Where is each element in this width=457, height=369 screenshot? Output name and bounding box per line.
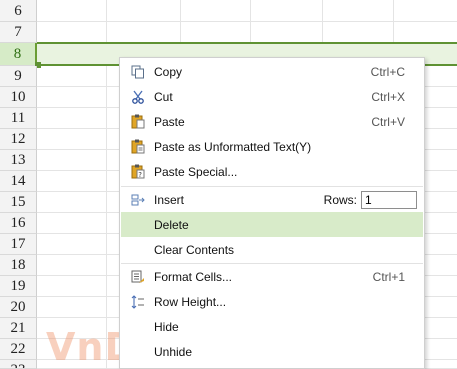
- row-header[interactable]: 12: [0, 129, 37, 150]
- paste-text-icon: [121, 134, 154, 159]
- menu-item-insert[interactable]: Insert Rows: 1: [121, 187, 423, 212]
- menu-item-label: Hide: [154, 319, 179, 334]
- menu-item-shortcut: Ctrl+C: [370, 64, 405, 79]
- menu-item-label: Paste Special...: [154, 164, 238, 179]
- row-header[interactable]: 9: [0, 66, 37, 87]
- row-header[interactable]: 18: [0, 255, 37, 276]
- insert-row-icon: [121, 187, 154, 212]
- row-header[interactable]: 21: [0, 318, 37, 339]
- row-header[interactable]: 11: [0, 108, 37, 129]
- menu-item-label: Cut: [154, 89, 173, 104]
- row-header[interactable]: 13: [0, 150, 37, 171]
- row-header-selected[interactable]: 8: [0, 43, 37, 66]
- table-row[interactable]: [37, 22, 457, 43]
- menu-item-shortcut: Ctrl+V: [371, 114, 405, 129]
- rows-count-input[interactable]: 1: [361, 190, 417, 209]
- rows-label: Rows:: [323, 192, 357, 207]
- row-header[interactable]: 17: [0, 234, 37, 255]
- menu-item-paste-unformatted[interactable]: Paste as Unformatted Text(Y): [121, 134, 423, 159]
- menu-item-paste[interactable]: Paste Ctrl+V: [121, 109, 423, 134]
- menu-item-label: Unhide: [154, 344, 193, 359]
- menu-item-label: Row Height...: [154, 294, 227, 309]
- menu-item-label: Copy: [154, 64, 183, 79]
- paste-icon: [121, 109, 154, 134]
- row-header[interactable]: 6: [0, 0, 37, 22]
- menu-item-row-height[interactable]: Row Height...: [121, 289, 423, 314]
- menu-item-label: Paste as Unformatted Text(Y): [154, 139, 312, 154]
- menu-item-format-cells[interactable]: Format Cells... Ctrl+1: [121, 264, 423, 289]
- row-header[interactable]: 14: [0, 171, 37, 192]
- row-header[interactable]: 10: [0, 87, 37, 108]
- context-menu: Copy Ctrl+C Cut Ctrl+X Paste Ctrl+V Past…: [119, 57, 425, 369]
- row-header[interactable]: 19: [0, 276, 37, 297]
- menu-item-label: Delete: [154, 217, 189, 232]
- row-header[interactable]: 7: [0, 22, 37, 43]
- menu-item-label: Paste: [154, 114, 185, 129]
- menu-item-cut[interactable]: Cut Ctrl+X: [121, 84, 423, 109]
- copy-icon: [121, 59, 154, 84]
- menu-item-label: Insert: [154, 192, 185, 207]
- row-height-icon: [121, 289, 154, 314]
- menu-item-delete[interactable]: Delete: [121, 212, 423, 237]
- svg-text:?: ?: [138, 171, 142, 179]
- table-row[interactable]: [37, 0, 457, 22]
- row-header[interactable]: 16: [0, 213, 37, 234]
- row-header[interactable]: 20: [0, 297, 37, 318]
- format-cells-icon: [121, 264, 154, 289]
- row-header[interactable]: 23: [0, 360, 37, 369]
- menu-item-unhide[interactable]: Unhide: [121, 339, 423, 364]
- rows-count-control: Rows: 1: [323, 190, 423, 209]
- scissors-icon: [121, 84, 154, 109]
- menu-item-clear-contents[interactable]: Clear Contents: [121, 237, 423, 262]
- menu-item-label: Clear Contents: [154, 242, 235, 257]
- menu-item-paste-special[interactable]: ? Paste Special...: [121, 159, 423, 184]
- paste-special-icon: ?: [121, 159, 154, 184]
- row-header[interactable]: 15: [0, 192, 37, 213]
- menu-item-copy[interactable]: Copy Ctrl+C: [121, 59, 423, 84]
- menu-item-shortcut: Ctrl+1: [372, 269, 405, 284]
- menu-item-shortcut: Ctrl+X: [371, 89, 405, 104]
- row-header[interactable]: 22: [0, 339, 37, 360]
- menu-item-label: Format Cells...: [154, 269, 233, 284]
- menu-item-hide[interactable]: Hide: [121, 314, 423, 339]
